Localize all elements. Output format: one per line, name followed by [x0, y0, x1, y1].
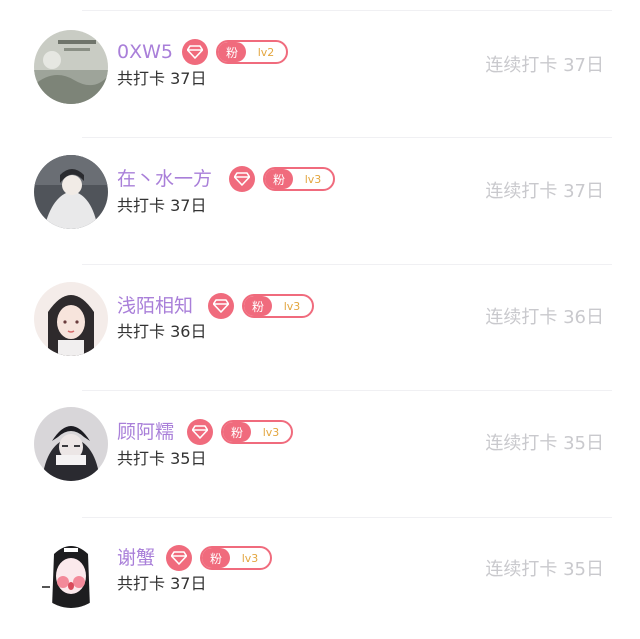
user-name[interactable]: 谢蟹 — [117, 546, 155, 570]
list-item[interactable]: 谢蟹 粉 lv3 共打卡 37日 连续打卡 35日 — [0, 506, 640, 632]
fan-badge-label: 粉 — [218, 42, 246, 62]
user-name[interactable]: 0XW5 — [117, 40, 173, 64]
badge-group: 粉 lv3 — [208, 293, 314, 319]
avatar[interactable] — [34, 534, 108, 608]
total-checkin: 共打卡 35日 — [117, 449, 207, 468]
avatar[interactable] — [34, 155, 108, 229]
badge-group: 粉 lv3 — [187, 419, 293, 445]
streak-checkin: 连续打卡 37日 — [485, 55, 604, 76]
fan-badge-label: 粉 — [265, 169, 293, 189]
fan-level: lv3 — [304, 172, 322, 186]
fan-badge-label: 粉 — [223, 422, 251, 442]
user-name[interactable]: 浅陌相知 — [117, 294, 193, 318]
total-checkin: 共打卡 37日 — [117, 574, 207, 593]
fan-level: lv3 — [283, 299, 301, 313]
diamond-icon — [166, 545, 192, 571]
list-item[interactable]: 顾阿糯 粉 lv3 共打卡 35日 连续打卡 35日 — [0, 380, 640, 506]
fan-level: lv3 — [262, 425, 280, 439]
total-checkin: 共打卡 36日 — [117, 322, 207, 341]
streak-checkin: 连续打卡 35日 — [485, 559, 604, 580]
list-item[interactable]: 浅陌相知 粉 lv3 共打卡 36日 连续打卡 36日 — [0, 253, 640, 379]
badge-group: 粉 lv3 — [229, 166, 335, 192]
avatar[interactable] — [34, 407, 108, 481]
avatar[interactable] — [34, 30, 108, 104]
list-item[interactable]: 0XW5 粉 lv2 共打卡 37日 连续打卡 37日 — [0, 0, 640, 126]
user-name[interactable]: 在丶水一方 — [117, 167, 212, 191]
streak-checkin: 连续打卡 37日 — [485, 181, 604, 202]
fan-level-badge: 粉 lv3 — [221, 420, 293, 444]
streak-checkin: 连续打卡 36日 — [485, 307, 604, 328]
fan-level-badge: 粉 lv2 — [216, 40, 288, 64]
fan-level-badge: 粉 lv3 — [242, 294, 314, 318]
badge-group: 粉 lv3 — [166, 545, 272, 571]
total-checkin: 共打卡 37日 — [117, 69, 207, 88]
streak-checkin: 连续打卡 35日 — [485, 433, 604, 454]
avatar[interactable] — [34, 282, 108, 356]
fan-badge-label: 粉 — [244, 296, 272, 316]
checkin-list: 0XW5 粉 lv2 共打卡 37日 连续打卡 37日 在丶水一方 粉 lv3 … — [0, 0, 640, 639]
badge-group: 粉 lv2 — [182, 39, 288, 65]
fan-level-badge: 粉 lv3 — [200, 546, 272, 570]
user-name[interactable]: 顾阿糯 — [117, 420, 174, 444]
total-checkin: 共打卡 37日 — [117, 196, 207, 215]
list-item[interactable]: 在丶水一方 粉 lv3 共打卡 37日 连续打卡 37日 — [0, 127, 640, 253]
diamond-icon — [208, 293, 234, 319]
diamond-icon — [229, 166, 255, 192]
diamond-icon — [187, 419, 213, 445]
fan-level-badge: 粉 lv3 — [263, 167, 335, 191]
diamond-icon — [182, 39, 208, 65]
fan-badge-label: 粉 — [202, 548, 230, 568]
fan-level: lv3 — [241, 551, 259, 565]
fan-level: lv2 — [257, 45, 275, 59]
